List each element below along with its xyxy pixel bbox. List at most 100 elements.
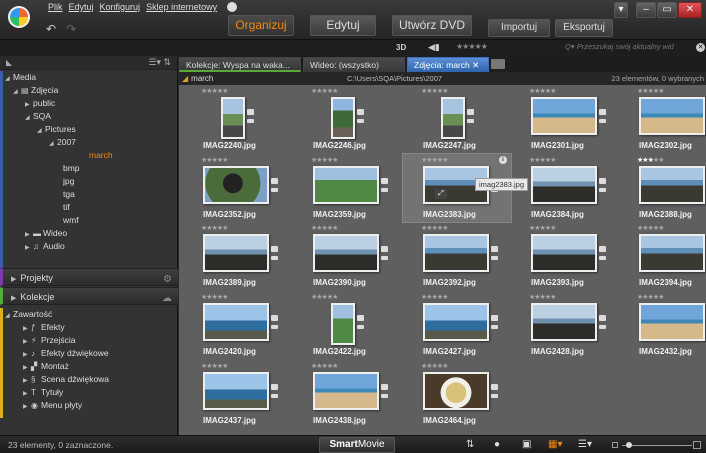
photo-item[interactable]: ★★★★★ IMAG2359.jpg xyxy=(293,154,401,222)
photo-thumbnail[interactable] xyxy=(531,166,597,204)
sort-icon[interactable]: ☰▾ ⇅ xyxy=(148,57,171,68)
photo-item[interactable]: ★★★★★ IMAG2438.jpg xyxy=(293,360,401,428)
search-clear-icon[interactable]: ✕ xyxy=(696,43,705,52)
menu-badge-icon[interactable] xyxy=(599,256,606,260)
rating-stars[interactable]: ★★★★★ xyxy=(529,87,556,95)
rating-stars[interactable]: ★★★★★ xyxy=(529,156,556,164)
tree-sqa[interactable]: ◢ SQA xyxy=(3,110,178,123)
tree-sound-scene[interactable]: ▶ § Scena dźwiękowa xyxy=(3,373,178,386)
rating-stars[interactable]: ★★★★★ xyxy=(311,362,338,370)
rating-stars[interactable]: ★★★★★ xyxy=(311,87,338,95)
menu-badge-icon[interactable] xyxy=(599,188,606,192)
tree-pictures[interactable]: ◢ Pictures xyxy=(3,123,178,136)
rating-stars[interactable]: ★★★★★ xyxy=(637,293,664,301)
tree-titles[interactable]: ▶ T Tytuły xyxy=(3,386,178,399)
cart-icon[interactable]: ▾ xyxy=(614,2,628,18)
export-button[interactable]: Eksportuj xyxy=(555,19,613,37)
rating-stars[interactable]: ★★★★★ xyxy=(637,156,664,164)
tab-video[interactable]: Wideo: (wszystko) xyxy=(303,57,405,72)
search-input[interactable]: Q▾ Przeszukaj swój aktualny wid xyxy=(565,42,697,54)
photo-item[interactable]: ★★★★★ IMAG2420.jpg xyxy=(183,291,291,359)
tree-video[interactable]: ▶ ▬ Wideo xyxy=(3,227,178,240)
photo-thumbnail[interactable] xyxy=(313,372,379,410)
photo-thumbnail[interactable] xyxy=(423,372,489,410)
minimize-button[interactable]: – xyxy=(636,2,656,18)
redo-icon[interactable]: ↷ xyxy=(66,22,76,36)
collections-panel[interactable]: ▶ Kolekcje ☁ xyxy=(0,287,178,305)
menu-badge-icon[interactable] xyxy=(599,119,606,123)
rating-stars[interactable]: ★★★★★ xyxy=(201,224,228,232)
menu-badge-icon[interactable] xyxy=(271,325,278,329)
tree-content[interactable]: ◢ Zawartość xyxy=(3,308,178,321)
rating-stars[interactable]: ★★★★★ xyxy=(421,224,448,232)
photo-thumbnail[interactable] xyxy=(531,303,597,341)
menu-badge-icon[interactable] xyxy=(381,188,388,192)
list-view-icon[interactable]: ☰▾ xyxy=(578,439,592,451)
rating-stars[interactable]: ★★★★★ xyxy=(529,224,556,232)
photo-thumbnail[interactable] xyxy=(203,303,269,341)
photo-thumbnail[interactable] xyxy=(203,166,269,204)
grid-view-icon[interactable]: ▦▾ xyxy=(548,439,562,451)
close-button[interactable]: ✕ xyxy=(678,2,702,18)
speaker-icon[interactable]: ◀▮ xyxy=(428,42,440,53)
menu-setup[interactable]: Konfiguruj xyxy=(100,2,141,12)
photo-item[interactable]: ★★★★★ IMAG2464.jpg xyxy=(403,360,511,428)
tree-effects[interactable]: ▶ ƒ Efekty xyxy=(3,321,178,334)
tree-audio[interactable]: ▶ ♫ Audio xyxy=(3,240,178,253)
photo-thumbnail[interactable] xyxy=(639,166,705,204)
projects-panel[interactable]: ▶ Projekty ⚙ xyxy=(0,268,178,286)
tab-photos-march[interactable]: Zdjęcia: march ✕ xyxy=(407,57,489,72)
photo-item[interactable]: ★★★★★ IMAG2422.jpg xyxy=(293,291,401,359)
photo-thumbnail[interactable] xyxy=(331,97,355,139)
rating-stars[interactable]: ★★★★★ xyxy=(637,224,664,232)
undo-icon[interactable]: ↶ xyxy=(46,22,56,36)
rating-stars[interactable]: ★★★★★ xyxy=(421,362,448,370)
photo-thumbnail[interactable] xyxy=(313,166,379,204)
rating-stars[interactable]: ★★★★★ xyxy=(529,293,556,301)
tab-close-icon[interactable]: ✕ xyxy=(472,60,479,70)
photo-item[interactable]: ★★★★★ IMAG2246.jpg xyxy=(293,85,401,153)
new-tab-icon[interactable] xyxy=(491,59,505,69)
photo-thumbnail[interactable] xyxy=(639,97,705,135)
photo-item[interactable]: ★★★★★ IMAG2240.jpg xyxy=(183,85,291,153)
photo-thumbnail[interactable] xyxy=(531,97,597,135)
mode-organize-button[interactable]: Organizuj xyxy=(228,15,294,36)
mode-dvd-button[interactable]: Utwórz DVD xyxy=(392,15,472,36)
menu-badge-icon[interactable] xyxy=(271,188,278,192)
tree-transitions[interactable]: ▶ ⚡ Przejścia xyxy=(3,334,178,347)
tree-march[interactable]: march xyxy=(3,149,178,162)
photo-item[interactable]: ★★★★★ IMAG2301.jpg xyxy=(511,85,619,153)
menu-edit[interactable]: Edytuj xyxy=(69,2,94,12)
menu-badge-icon[interactable] xyxy=(357,325,364,329)
photo-thumbnail[interactable] xyxy=(313,234,379,272)
tree-public[interactable]: ▶ public xyxy=(3,97,178,110)
info-icon[interactable]: ● xyxy=(494,439,500,451)
menu-badge-icon[interactable] xyxy=(381,394,388,398)
rating-stars[interactable]: ★★★★★ xyxy=(637,87,664,95)
photo-thumbnail[interactable] xyxy=(423,234,489,272)
photo-thumbnail[interactable] xyxy=(639,234,705,272)
tree-bmp[interactable]: bmp xyxy=(3,162,178,175)
photo-item[interactable]: ★★★★★ IMAG2352.jpg xyxy=(183,154,291,222)
tree-wmf[interactable]: wmf xyxy=(3,214,178,227)
photo-item[interactable]: ★★★★★ IMAG2437.jpg xyxy=(183,360,291,428)
menu-badge-icon[interactable] xyxy=(491,394,498,398)
tree-jpg[interactable]: jpg xyxy=(3,175,178,188)
rating-filter-icon[interactable]: ★★★★★ xyxy=(456,42,488,51)
photo-item[interactable]: ★★★★★ IMAG2392.jpg xyxy=(403,222,511,290)
photo-thumbnail[interactable] xyxy=(531,234,597,272)
rating-stars[interactable]: ★★★★★ xyxy=(421,87,448,95)
smartmovie-button[interactable]: SmartMovie xyxy=(319,437,395,453)
rating-stars[interactable]: ★★★★★ xyxy=(311,156,338,164)
zoom-slider-handle[interactable] xyxy=(626,442,632,448)
photo-item[interactable]: ★★★★★ IMAG2390.jpg xyxy=(293,222,401,290)
rating-stars[interactable]: ★★★★★ xyxy=(421,156,448,164)
photo-item[interactable]: ★★★★★ IMAG2427.jpg xyxy=(403,291,511,359)
rating-stars[interactable]: ★★★★★ xyxy=(201,293,228,301)
rating-stars[interactable]: ★★★★★ xyxy=(201,87,228,95)
app-logo-icon[interactable] xyxy=(8,6,30,28)
photo-item[interactable]: ★★★★★ IMAG2393.jpg xyxy=(511,222,619,290)
tree-montage[interactable]: ▶ ▞ Montaż xyxy=(3,360,178,373)
photo-thumbnail[interactable] xyxy=(441,97,465,139)
photo-thumbnail[interactable] xyxy=(331,303,355,345)
